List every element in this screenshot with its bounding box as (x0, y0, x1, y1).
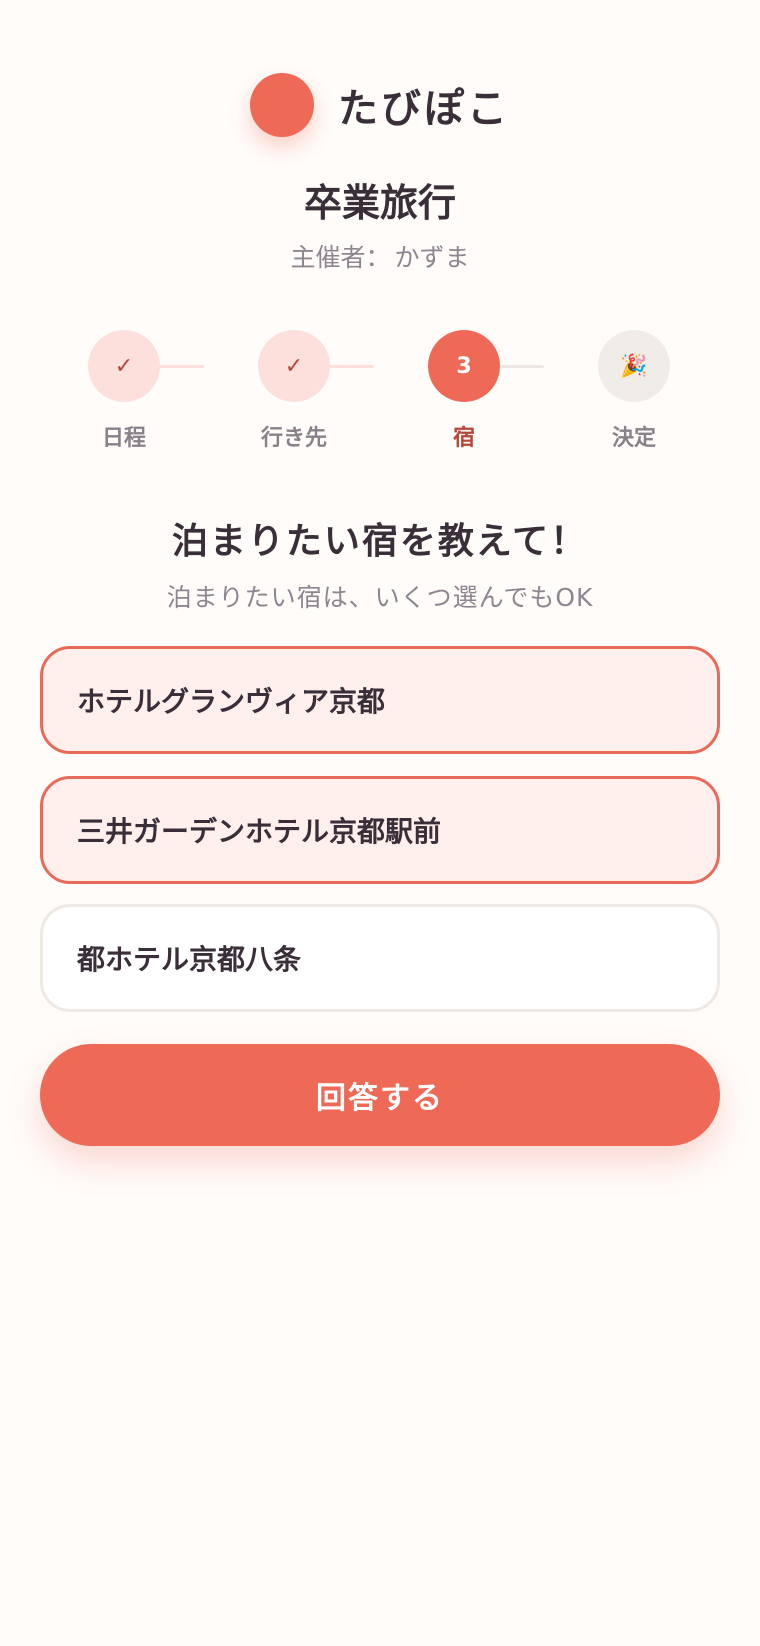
brand-header: たびぽこ (0, 72, 760, 138)
organizer-label: 主催者： (290, 243, 391, 272)
step-connector (154, 365, 204, 368)
hotel-option-granvia[interactable]: ホテルグランヴィア京都 (40, 646, 720, 754)
question-title: 泊まりたい宿を教えて！ (171, 521, 589, 562)
hotel-option-miyako-hachijo[interactable]: 都ホテル京都八条 (40, 904, 720, 1012)
question-hint: 泊まりたい宿は、いくつ選んでもOK (166, 583, 594, 612)
step-number: 3 (428, 330, 500, 402)
step-label: 宿 (452, 426, 475, 451)
step-connector (324, 365, 374, 368)
step-label: 行き先 (260, 426, 327, 451)
page: たびぽこ 卒業旅行 主催者： かずま ✓ 日程 ✓ 行き先 3 宿 🎉 決定 泊ま… (0, 0, 760, 1646)
step-connector (494, 365, 544, 368)
step-schedule: ✓ 日程 (88, 330, 160, 451)
hotel-option-mitsui-garden[interactable]: 三井ガーデンホテル京都駅前 (40, 776, 720, 884)
check-icon: ✓ (88, 330, 160, 402)
brand-name: たびぽこ (338, 86, 510, 132)
step-lodging: 3 宿 (428, 330, 500, 451)
progress-stepper: ✓ 日程 ✓ 行き先 3 宿 🎉 決定 (0, 330, 760, 460)
check-icon: ✓ (258, 330, 330, 402)
step-decision: 🎉 決定 (598, 330, 670, 451)
step-label: 決定 (611, 426, 656, 451)
submit-answer-button[interactable]: 回答する (40, 1044, 720, 1146)
brand-logo-dot (250, 73, 314, 137)
step-label: 日程 (101, 426, 146, 451)
event-title: 卒業旅行 (303, 181, 456, 225)
organizer: 主催者： かずま (0, 238, 760, 274)
party-popper-icon: 🎉 (598, 330, 670, 402)
step-destination: ✓ 行き先 (258, 330, 330, 451)
organizer-name: かずま (394, 243, 470, 272)
